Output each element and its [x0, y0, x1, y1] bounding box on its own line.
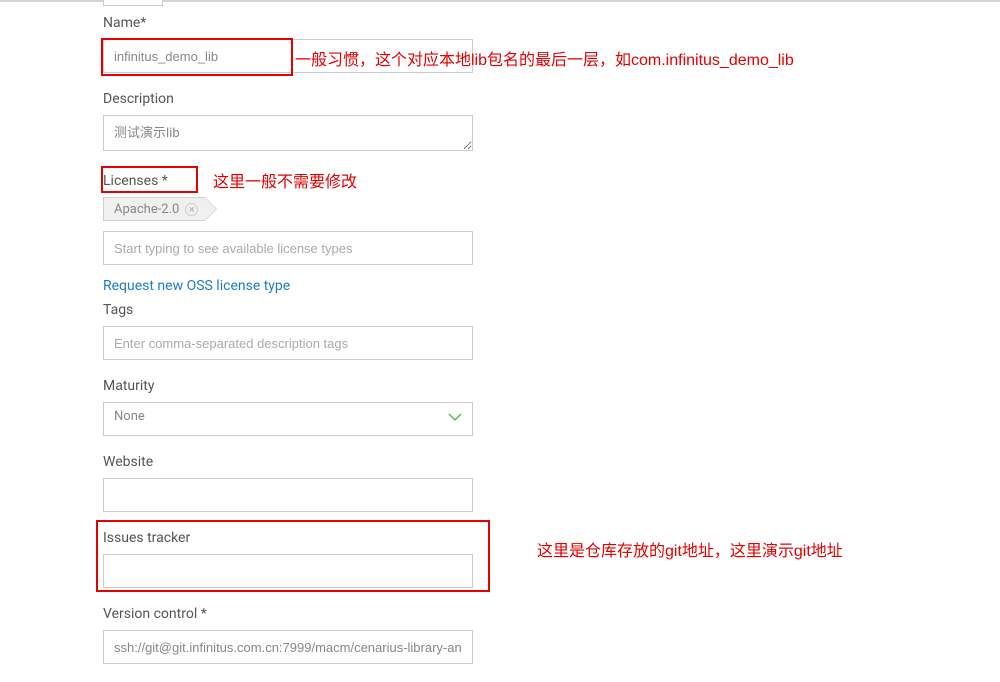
issues-tracker-label: Issues tracker	[103, 530, 473, 546]
licenses-tag-row: Apache-2.0 ×	[103, 197, 473, 221]
version-control-field-group: Version control *	[103, 606, 473, 664]
version-control-label: Version control *	[103, 606, 473, 622]
name-label: Name*	[103, 15, 473, 31]
tags-input[interactable]	[103, 326, 473, 360]
annotation-name: 一般习惯，这个对应本地lib包名的最后一层，如com.infinitus_dem…	[295, 46, 794, 70]
close-icon[interactable]: ×	[185, 203, 198, 216]
maturity-select[interactable]: None	[103, 402, 473, 436]
request-license-link[interactable]: Request new OSS license type	[103, 278, 290, 294]
licenses-search-input[interactable]	[103, 231, 473, 265]
license-tag-text: Apache-2.0	[114, 202, 179, 217]
description-input[interactable]	[103, 115, 473, 151]
partial-field-above	[103, 0, 163, 6]
description-label: Description	[103, 91, 473, 107]
annotation-version-control: 这里是仓库存放的git地址，这里演示git地址	[537, 537, 843, 561]
maturity-label: Maturity	[103, 378, 473, 394]
tags-label: Tags	[103, 302, 473, 318]
website-field-group: Website	[103, 454, 473, 512]
description-field-group: Description	[103, 91, 473, 155]
version-control-input[interactable]	[103, 630, 473, 664]
form-container: Name* Description Licenses * Apache-2.0 …	[103, 15, 473, 682]
maturity-field-group: Maturity None	[103, 378, 473, 436]
license-tag[interactable]: Apache-2.0 ×	[103, 197, 205, 221]
issues-tracker-field-group: Issues tracker	[103, 530, 473, 588]
maturity-select-wrapper: None	[103, 402, 473, 436]
issues-tracker-input[interactable]	[103, 554, 473, 588]
annotation-licenses: 这里一般不需要修改	[213, 168, 357, 192]
website-input[interactable]	[103, 478, 473, 512]
request-license-row: Request new OSS license type	[103, 275, 473, 294]
tags-field-group: Tags	[103, 302, 473, 360]
website-label: Website	[103, 454, 473, 470]
